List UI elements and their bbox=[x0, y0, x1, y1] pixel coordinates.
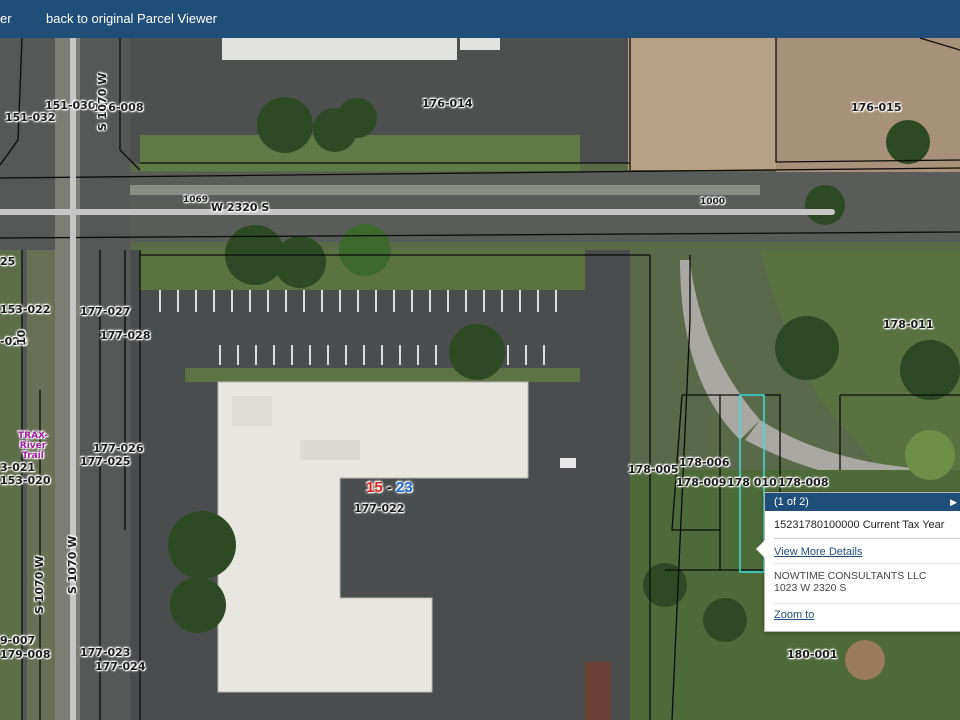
zoom-to-link[interactable]: Zoom to bbox=[774, 603, 960, 621]
parcel-label: 177-023 bbox=[80, 646, 131, 659]
street-label-w2320s: W 2320 S bbox=[211, 201, 270, 214]
popup-header: (1 of 2) ▶ bbox=[765, 493, 960, 511]
parcel-label: 180-001 bbox=[787, 648, 838, 661]
parcel-label: 177-024 bbox=[95, 660, 146, 673]
street-label: S 1070 W bbox=[66, 535, 79, 594]
parcel-info-popup: (1 of 2) ▶ 15231780100000 Current Tax Ye… bbox=[764, 492, 960, 632]
popup-title: 15231780100000 Current Tax Year bbox=[774, 519, 960, 539]
parcel-label: 178-008 bbox=[778, 476, 829, 489]
parcel-label: 178-005 bbox=[628, 463, 679, 476]
parcel-label: 178-006 bbox=[679, 456, 730, 469]
address-label: 1069 bbox=[183, 195, 209, 205]
parcel-label: 177-026 bbox=[93, 442, 144, 455]
parcel-label: 176-015 bbox=[851, 101, 902, 114]
street-label: 10 bbox=[15, 329, 28, 345]
parcel-label: 176-014 bbox=[422, 97, 473, 110]
trax-river-trail-label: TRAX- River Trail bbox=[18, 431, 48, 461]
parcel-label: 151-032 bbox=[5, 111, 56, 124]
back-to-parcel-viewer-link[interactable]: back to original Parcel Viewer bbox=[46, 11, 217, 26]
street-label: S 1070 W bbox=[96, 72, 109, 131]
popup-page-count: (1 of 2) bbox=[774, 496, 809, 508]
parcel-label: 25 bbox=[0, 255, 16, 268]
parcel-viewer-link-partial[interactable]: er bbox=[0, 11, 12, 26]
top-bar: er back to original Parcel Viewer bbox=[0, 0, 960, 38]
parcel-label: 177-022 bbox=[354, 502, 405, 515]
block-number-label: 15 - 23 bbox=[366, 479, 413, 496]
next-feature-icon[interactable]: ▶ bbox=[950, 493, 957, 511]
owner-name: NOWTIME CONSULTANTS LLC bbox=[774, 570, 927, 582]
owner-info: NOWTIME CONSULTANTS LLC 1023 W 2320 S bbox=[774, 563, 960, 594]
owner-address: 1023 W 2320 S bbox=[774, 582, 847, 594]
parcel-label: 177-027 bbox=[80, 305, 131, 318]
popup-pointer bbox=[756, 540, 765, 558]
parcel-label: 9-007 bbox=[0, 634, 36, 647]
parcel-label: 177-028 bbox=[100, 329, 151, 342]
parcel-label: 178-009 bbox=[676, 476, 727, 489]
parcel-label: 178-011 bbox=[883, 318, 934, 331]
view-more-details-link[interactable]: View More Details bbox=[774, 546, 960, 558]
street-label: S 1070 W bbox=[33, 555, 46, 614]
parcel-label: 179-008 bbox=[0, 648, 51, 661]
parcel-label: 177-025 bbox=[80, 455, 131, 468]
parcel-label: 178 010 bbox=[727, 476, 777, 489]
address-label: 1000 bbox=[700, 197, 726, 207]
parcel-label: 3-021 bbox=[0, 461, 36, 474]
parcel-label: 153-020 bbox=[0, 474, 51, 487]
parcel-label: 153-022 bbox=[0, 303, 51, 316]
